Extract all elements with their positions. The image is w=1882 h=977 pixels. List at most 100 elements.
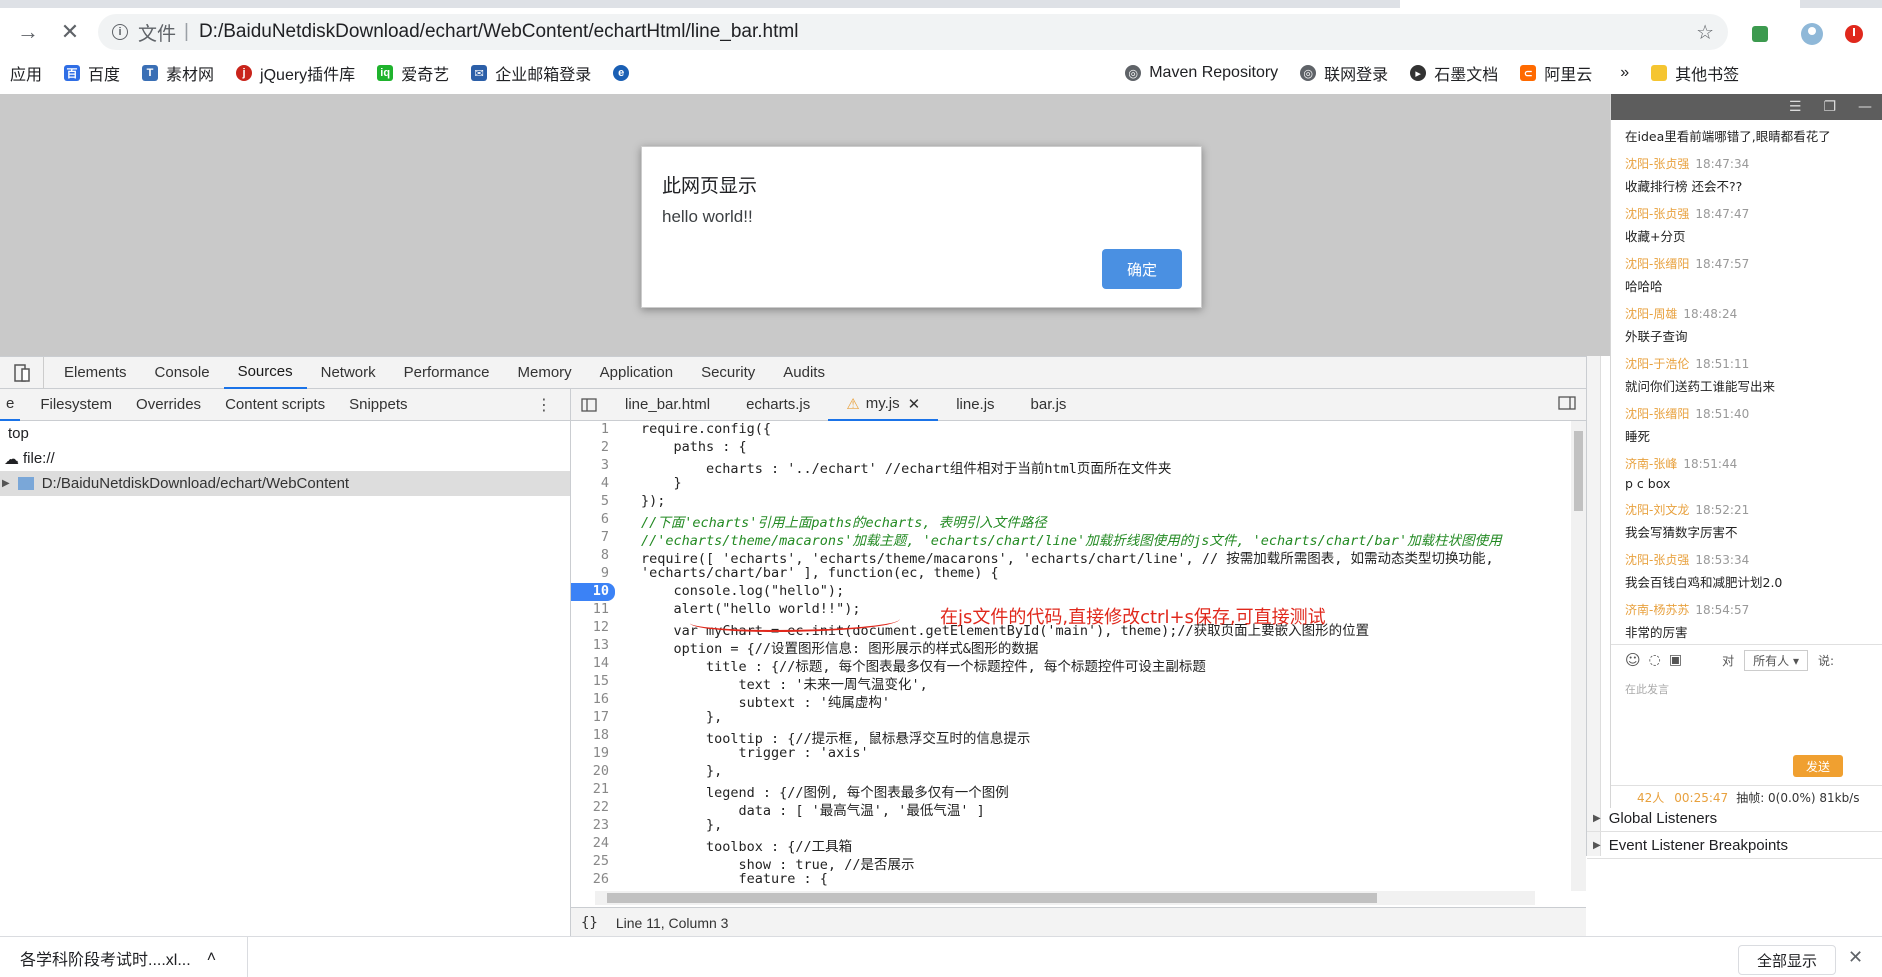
editor-tab-my-js[interactable]: ⚠ my.js ✕ — [828, 389, 939, 421]
bookmark-other[interactable]: 其他书签 — [1651, 61, 1739, 85]
chevron-up-icon[interactable]: ˄ — [207, 949, 216, 967]
menu-icon[interactable]: ☰ — [1789, 99, 1802, 115]
section-event-listener-breakpoints[interactable]: ▶ Event Listener Breakpoints — [1587, 833, 1882, 859]
bookmark-sucai[interactable]: T 素材网 — [142, 61, 214, 85]
extension-icon[interactable] — [1748, 22, 1772, 46]
line-number[interactable]: 19 — [571, 745, 615, 763]
chat-sender[interactable]: 沈阳-张缙阳 18:47:57 — [1625, 255, 1882, 272]
tab-performance[interactable]: Performance — [390, 357, 504, 389]
bookmark-login[interactable]: ◎ 联网登录 — [1300, 61, 1388, 85]
line-number[interactable]: 1 — [571, 421, 615, 439]
line-number[interactable]: 24 — [571, 835, 615, 853]
tab-memory[interactable]: Memory — [504, 357, 586, 389]
line-number[interactable]: 2 — [571, 439, 615, 457]
editor-tab-echarts-js[interactable]: echarts.js — [728, 389, 828, 421]
toggle-debugger-icon[interactable] — [1558, 395, 1576, 414]
line-number[interactable]: 20 — [571, 763, 615, 781]
info-icon[interactable]: i — [112, 24, 128, 40]
active-tab[interactable] — [1400, 0, 1800, 8]
alert-ok-button[interactable]: 确定 — [1102, 249, 1182, 289]
breakpoint-marker[interactable]: 10 — [571, 583, 615, 601]
show-all-button[interactable]: 全部显示 — [1738, 945, 1836, 975]
code-line[interactable]: 17 }, — [571, 709, 1571, 727]
bookmark-maven[interactable]: ◎ Maven Repository — [1125, 64, 1278, 82]
code-line[interactable]: 6 //下面'echarts'引用上面paths的echarts, 表明引入文件路… — [571, 511, 1571, 531]
line-number[interactable]: 23 — [571, 817, 615, 835]
line-number[interactable]: 15 — [571, 673, 615, 691]
bookmark-baidu[interactable]: 百百度 — [64, 61, 120, 85]
code-line[interactable]: 18 tooltip : {//提示框, 鼠标悬浮交互时的信息提示 — [571, 727, 1571, 747]
star-icon[interactable]: ☆ — [1696, 20, 1714, 45]
chat-sender[interactable]: 沈阳-张贞强 18:47:47 — [1625, 205, 1882, 222]
tab-sources[interactable]: Sources — [223, 357, 307, 389]
line-number[interactable]: 12 — [571, 619, 615, 637]
code-line[interactable]: 3 echarts : '../echart' //echart组件相对于当前h… — [571, 457, 1571, 477]
chat-sender[interactable]: 沈阳-刘文龙 18:52:21 — [1625, 501, 1882, 518]
bookmark-apps[interactable]: 应用 — [10, 61, 42, 85]
tab-security[interactable]: Security — [687, 357, 769, 389]
tree-item-file[interactable]: ☁ file:// — [0, 446, 570, 471]
code-line[interactable]: 13 option = {//设置图形信息: 图形展示的样式&图形的数据 — [571, 637, 1571, 657]
code-line[interactable]: 5}); — [571, 493, 1571, 511]
editor-tab-line-bar-html[interactable]: line_bar.html — [607, 389, 728, 421]
vertical-scrollbar[interactable] — [1571, 421, 1586, 891]
tab-network[interactable]: Network — [307, 357, 390, 389]
chat-sender[interactable]: 沈阳-张缙阳 18:51:40 — [1625, 405, 1882, 422]
bookmark-iqiyi[interactable]: iq 爱奇艺 — [377, 61, 449, 85]
bookmarks-overflow[interactable]: » — [1620, 64, 1629, 82]
minimize-icon[interactable]: — — [1858, 99, 1872, 115]
code-line[interactable]: 2 paths : { — [571, 439, 1571, 457]
more-menu-icon[interactable]: ⋮ — [536, 395, 552, 415]
line-number[interactable]: 6 — [571, 511, 615, 529]
line-number[interactable]: 21 — [571, 781, 615, 799]
chat-input[interactable]: 在此发言 — [1611, 675, 1882, 745]
code-line[interactable]: 20 }, — [571, 763, 1571, 781]
tab-filesystem[interactable]: Filesystem — [28, 389, 124, 421]
tab-overrides[interactable]: Overrides — [124, 389, 213, 421]
line-number[interactable]: 13 — [571, 637, 615, 655]
code-line[interactable]: 4 } — [571, 475, 1571, 493]
code-line[interactable]: 16 subtext : '纯属虚构' — [571, 691, 1571, 711]
pretty-print-button[interactable]: {} — [581, 915, 598, 931]
scroll-thumb[interactable] — [1574, 431, 1583, 511]
code-area[interactable]: 1 require.config({2 paths : {3 echarts : … — [571, 421, 1571, 891]
line-number[interactable]: 4 — [571, 475, 615, 493]
avatar[interactable] — [1800, 22, 1824, 46]
bubble-icon[interactable]: ◌ — [1649, 652, 1661, 668]
toggle-navigator-icon[interactable] — [571, 397, 607, 412]
tab-application[interactable]: Application — [586, 357, 687, 389]
chat-sender[interactable]: 沈阳-周雄 18:48:24 — [1625, 305, 1882, 322]
bookmark-jquery[interactable]: j jQuery插件库 — [236, 61, 355, 85]
chat-sender[interactable]: 沈阳-张贞强 18:47:34 — [1625, 155, 1882, 172]
code-line[interactable]: 24 toolbox : {//工具箱 — [571, 835, 1571, 855]
code-line[interactable]: 9 'echarts/chart/bar' ], function(ec, the… — [571, 565, 1571, 583]
code-line[interactable]: 1 require.config({ — [571, 421, 1571, 439]
line-number[interactable]: 3 — [571, 457, 615, 475]
line-number[interactable]: 17 — [571, 709, 615, 727]
extension-red-icon[interactable] — [1842, 22, 1866, 46]
line-number[interactable]: 5 — [571, 493, 615, 511]
bookmark-aliyun[interactable]: ⊂ 阿里云 — [1520, 61, 1592, 85]
image-icon[interactable]: ▣ — [1669, 652, 1682, 668]
code-line[interactable]: 25 show : true, //是否展示 — [571, 853, 1571, 873]
chat-sender[interactable]: 济南-杨苏苏 18:54:57 — [1625, 601, 1882, 618]
code-line[interactable]: 26 feature : { — [571, 871, 1571, 889]
download-item[interactable]: 各学科阶段考试时....xl... ˄ — [0, 937, 248, 977]
bookmark-mail[interactable]: ✉ 企业邮箱登录 — [471, 61, 591, 85]
horizontal-scrollbar[interactable] — [595, 891, 1535, 905]
code-line[interactable]: 15 text : '未来一周气温变化', — [571, 673, 1571, 693]
code-line[interactable]: 10 console.log("hello"); — [571, 583, 1571, 601]
line-number[interactable]: 14 — [571, 655, 615, 673]
code-line[interactable]: 14 title : {//标题, 每个图表最多仅有一个标题控件, 每个标题控件… — [571, 655, 1571, 675]
tab-console[interactable]: Console — [141, 357, 224, 389]
chat-sender[interactable]: 沈阳-于浩伦 18:51:11 — [1625, 355, 1882, 372]
tab-elements[interactable]: Elements — [50, 357, 141, 389]
stop-loading-button[interactable]: ✕ — [52, 14, 88, 50]
line-number[interactable]: 25 — [571, 853, 615, 871]
tab-audits[interactable]: Audits — [769, 357, 839, 389]
code-line[interactable]: 22 data : [ '最高气温', '最低气温' ] — [571, 799, 1571, 819]
line-number[interactable]: 7 — [571, 529, 615, 547]
editor-tab-bar-js[interactable]: bar.js — [1013, 389, 1085, 421]
bookmark-shimo[interactable]: ▸ 石墨文档 — [1410, 61, 1498, 85]
tab-content-scripts[interactable]: Content scripts — [213, 389, 337, 421]
